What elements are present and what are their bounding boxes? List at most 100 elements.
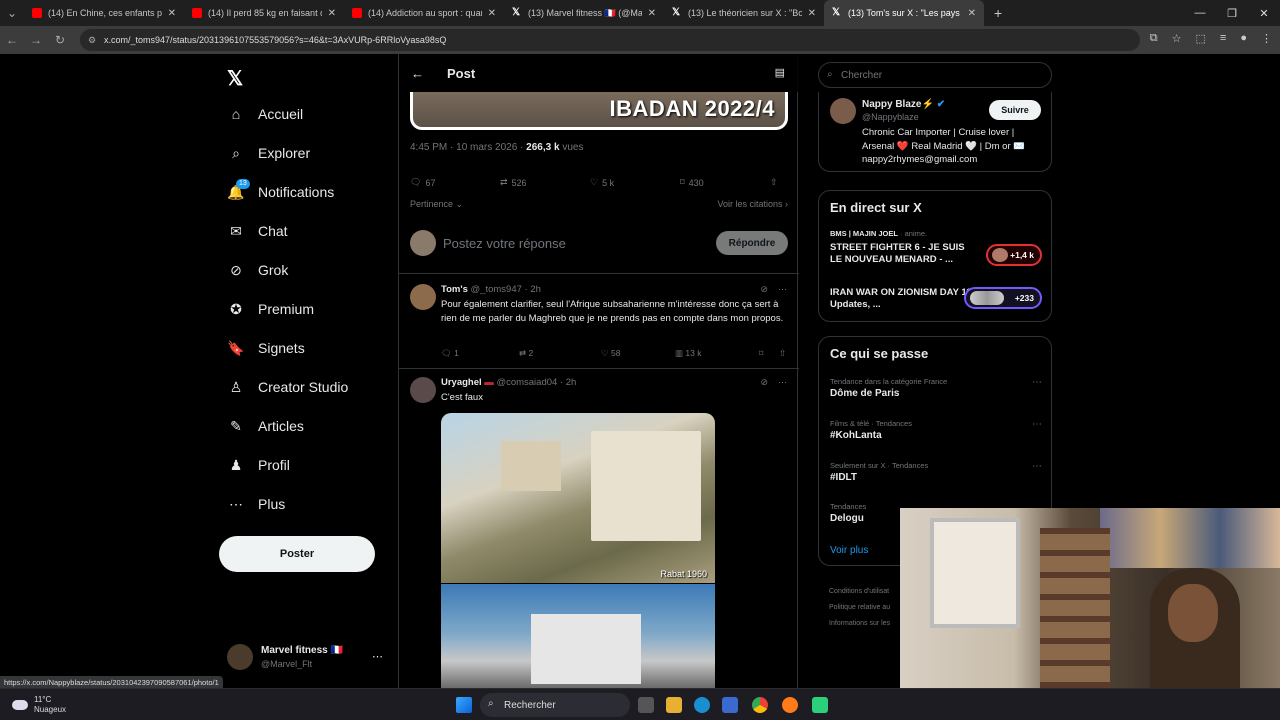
reply-button[interactable]: Répondre	[716, 231, 788, 255]
x-logo-icon[interactable]: 𝕏	[227, 66, 243, 91]
nav-item-profile[interactable]: ♟ Profil	[227, 453, 290, 477]
tab-3[interactable]: (14) Addiction au sport : quand ✕	[344, 0, 504, 26]
close-window-icon[interactable]: ✕	[1248, 7, 1280, 20]
app-icon[interactable]	[812, 697, 828, 713]
close-icon[interactable]: ✕	[968, 8, 976, 19]
url-field[interactable]: ⚙ x.com/_toms947/status/20313961075535790…	[80, 29, 1140, 51]
edge-icon[interactable]	[694, 697, 710, 713]
close-icon[interactable]: ✕	[168, 8, 176, 19]
share-icon[interactable]: ⇧	[770, 177, 778, 188]
close-icon[interactable]: ✕	[328, 8, 336, 19]
nav-item-more[interactable]: ⋯ Plus	[227, 492, 285, 516]
close-icon[interactable]: ✕	[648, 8, 656, 19]
view-quotes-link[interactable]: Voir les citations ›	[717, 199, 788, 209]
like-action[interactable]: ♡ 5 k	[590, 177, 680, 188]
footer-link[interactable]: Politique relative au	[829, 600, 890, 616]
new-tab-icon[interactable]: +	[984, 5, 1012, 21]
repost-action[interactable]: ⇄ 2	[519, 348, 601, 359]
search-input[interactable]: ⌕ Chercher	[818, 62, 1052, 88]
back-arrow-icon[interactable]: ←	[411, 66, 435, 81]
forward-icon[interactable]: →	[24, 33, 48, 47]
trend-item[interactable]: Seulement sur X · Tendances #IDLT ⋯	[830, 461, 1042, 483]
bookmark-icon[interactable]: ⌑	[759, 348, 779, 359]
reload-icon[interactable]: ↻	[48, 33, 72, 47]
close-icon[interactable]: ✕	[808, 8, 816, 19]
extensions-icon[interactable]: ⬚	[1196, 32, 1206, 45]
tab-5[interactable]: 𝕏 (13) Le théoricien sur X : "Bool ✕	[664, 0, 824, 26]
reply-action[interactable]: 🗨 1	[441, 348, 519, 359]
media-icon[interactable]: ≡	[1220, 32, 1226, 45]
windows-start-icon[interactable]	[456, 697, 472, 713]
site-info-icon[interactable]: ⚙	[88, 35, 96, 46]
grok-icon[interactable]: ⊘	[760, 377, 768, 388]
close-icon[interactable]: ✕	[488, 8, 496, 19]
nav-item-premium[interactable]: ✪ Premium	[227, 297, 314, 321]
avatar[interactable]	[410, 377, 436, 403]
footer-link[interactable]: Conditions d'utilisat	[829, 584, 890, 600]
tab-search-icon[interactable]: ⌄	[0, 6, 24, 20]
sort-dropdown[interactable]: Pertinence ⌄	[410, 199, 463, 209]
follow-button[interactable]: Suivre	[989, 100, 1041, 120]
chrome-icon[interactable]	[752, 697, 768, 713]
like-action[interactable]: ♡ 58	[601, 348, 675, 359]
post-image[interactable]: IBADAN 2022/4	[410, 92, 788, 130]
tab-2[interactable]: (14) Il perd 85 kg en faisant de ✕	[184, 0, 344, 26]
install-icon[interactable]: ⧉	[1150, 32, 1158, 45]
tab-6-active[interactable]: 𝕏 (13) Tom's sur X : "Les pays afri ✕	[824, 0, 984, 26]
reader-icon[interactable]: ▤	[775, 66, 785, 79]
post-button[interactable]: Poster	[219, 536, 375, 572]
nav-item-creator-studio[interactable]: ♙ Creator Studio	[227, 375, 349, 399]
more-icon[interactable]: ⋯	[1032, 461, 1042, 472]
bookmark-action[interactable]: ⌑ 430	[680, 177, 770, 188]
articles-icon: ✎	[230, 417, 242, 434]
avatar[interactable]	[410, 284, 436, 310]
reply-action[interactable]: 🗨 67	[410, 177, 500, 188]
star-icon[interactable]: ☆	[1172, 32, 1182, 45]
grok-icon[interactable]: ⊘	[760, 284, 768, 295]
firefox-icon[interactable]	[782, 697, 798, 713]
nav-item-home[interactable]: ⌂ Accueil	[227, 102, 303, 126]
live-item[interactable]: IRAN WAR ON ZIONISM DAY 11, Updates, ...…	[830, 287, 1042, 317]
live-listeners-pill[interactable]: +233	[964, 287, 1042, 309]
live-listeners-pill[interactable]: +1,4 k	[986, 244, 1042, 266]
more-icon[interactable]: ⋯	[1032, 419, 1042, 430]
maximize-icon[interactable]: ❐	[1216, 7, 1248, 20]
minimize-icon[interactable]: —	[1184, 7, 1216, 19]
taskbar-search[interactable]: ⌕ Rechercher	[480, 693, 630, 717]
tab-1[interactable]: (14) En Chine, ces enfants porte ✕	[24, 0, 184, 26]
more-icon[interactable]: ⋯	[372, 650, 383, 663]
nav-item-explore[interactable]: ⌕ Explorer	[227, 141, 310, 165]
more-icon[interactable]: ⋯	[1032, 377, 1042, 388]
tweet-photo[interactable]	[441, 584, 715, 688]
repost-action[interactable]: ⇄ 526	[500, 177, 590, 188]
views-action[interactable]: ▥ 13 k	[675, 348, 759, 359]
share-icon[interactable]: ⇧	[779, 348, 786, 359]
author-name[interactable]: Uryaghel	[441, 377, 482, 388]
trend-item[interactable]: Tendance dans la catégorie France Dôme de…	[830, 377, 1042, 399]
profile-name[interactable]: Nappy Blaze⚡ ✔	[862, 99, 945, 110]
author-name[interactable]: Tom's	[441, 284, 468, 295]
menu-icon[interactable]: ⋮	[1261, 32, 1272, 45]
nav-item-notifications[interactable]: 🔔 13 Notifications	[227, 179, 334, 204]
tab-4[interactable]: 𝕏 (13) Marvel fitness 🇫🇷 (@Marve ✕	[504, 0, 664, 26]
trend-item[interactable]: Films & télé · Tendances #KohLanta ⋯	[830, 419, 1042, 441]
nav-item-chat[interactable]: ✉ Chat	[227, 219, 287, 243]
avatar[interactable]	[830, 98, 856, 124]
nav-item-grok[interactable]: ⊘ Grok	[227, 258, 288, 282]
tweet-photo[interactable]: Rabat 1960	[441, 413, 715, 583]
back-icon[interactable]: ←	[0, 33, 24, 47]
account-switcher[interactable]: Marvel fitness 🇫🇷 @Marvel_Flt ⋯	[227, 642, 392, 672]
file-explorer-icon[interactable]	[666, 697, 682, 713]
more-icon[interactable]: ⋯	[778, 284, 787, 295]
weather-widget[interactable]: 11°C Nuageux	[12, 695, 66, 715]
profile-icon[interactable]: ●	[1240, 32, 1247, 45]
task-view-icon[interactable]	[638, 697, 654, 713]
footer-link[interactable]: Informations sur les	[829, 616, 890, 632]
live-item[interactable]: BMS | MAJIN JOEL · anime. STREET FIGHTER…	[830, 229, 1042, 269]
reply-input[interactable]: Postez votre réponse	[443, 236, 566, 251]
store-icon[interactable]	[722, 697, 738, 713]
see-more-link[interactable]: Voir plus	[830, 545, 868, 556]
nav-item-bookmarks[interactable]: 🔖 Signets	[227, 336, 304, 360]
nav-item-articles[interactable]: ✎ Articles	[227, 414, 304, 438]
more-icon[interactable]: ⋯	[778, 377, 787, 388]
